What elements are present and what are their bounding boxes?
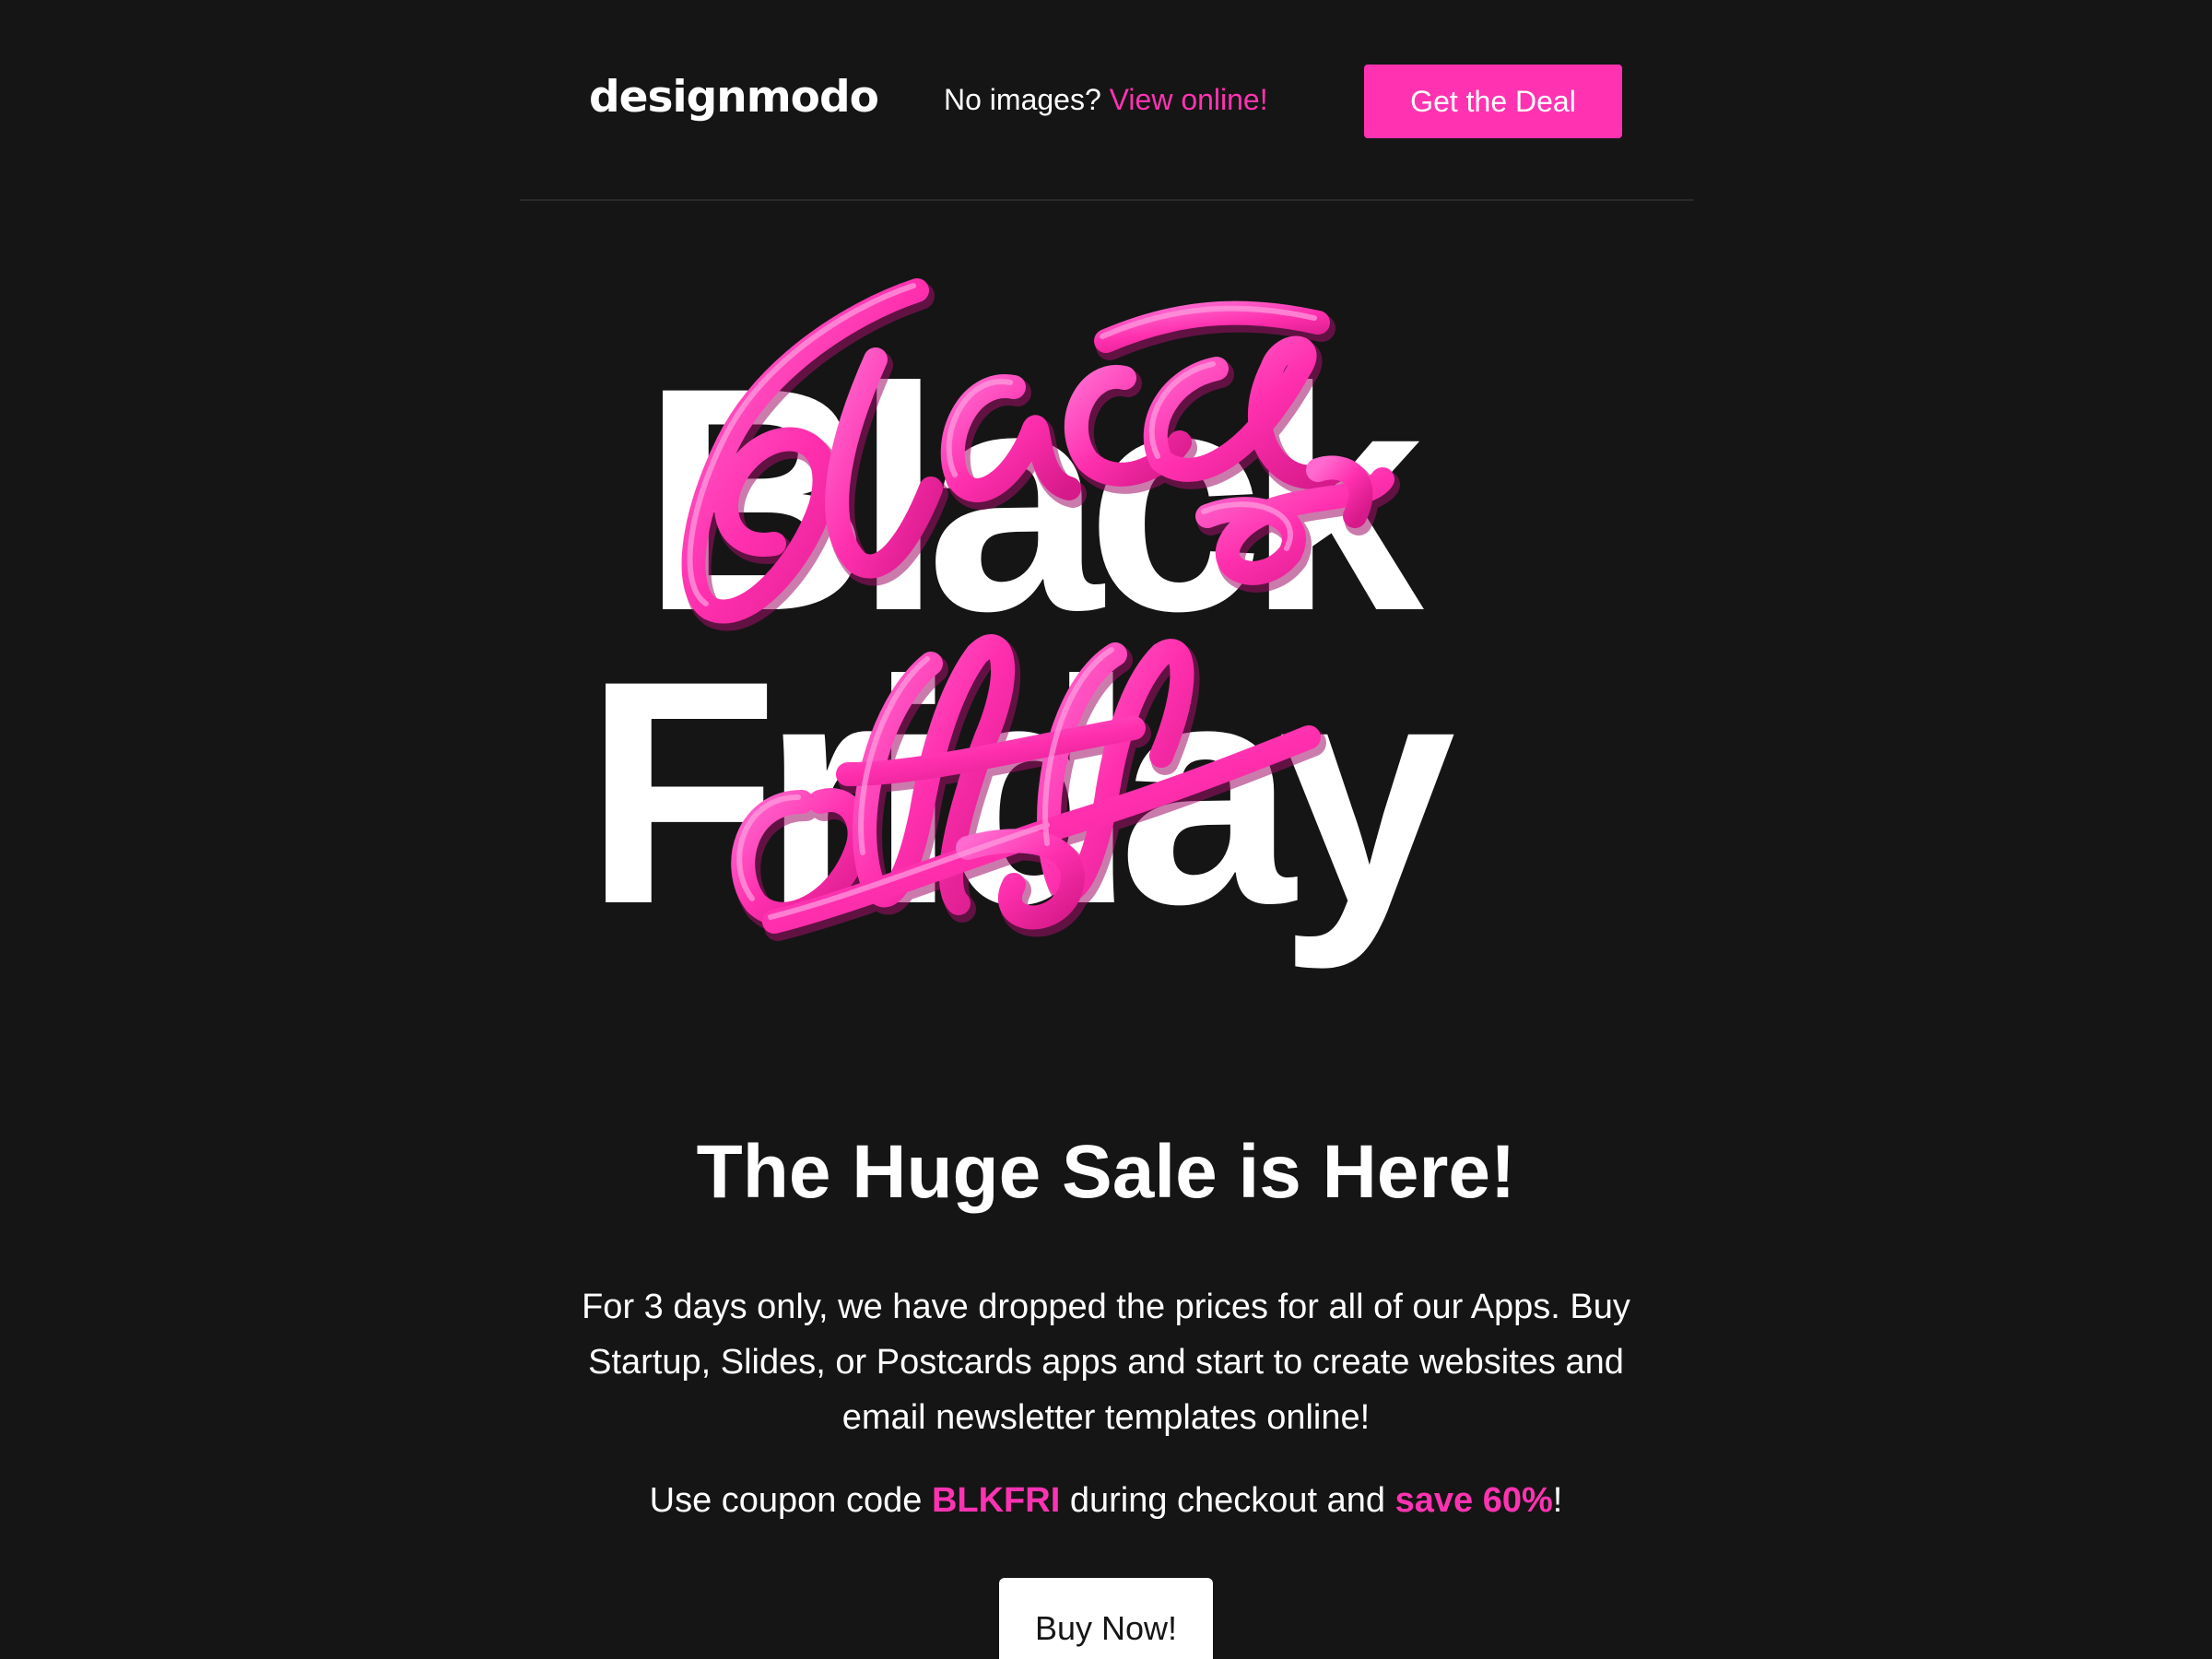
no-images-label: No images? xyxy=(944,83,1101,116)
no-images-notice: No images? View online! xyxy=(944,81,1268,118)
coupon-prefix: Use coupon code xyxy=(649,1481,923,1520)
coupon-saving: save 60% xyxy=(1394,1481,1553,1520)
coupon-line: Use coupon code BLKFRI during checkout a… xyxy=(0,1473,2212,1528)
designmodo-logo[interactable]: designmodo xyxy=(589,70,879,125)
black-friday-hero-image[interactable]: Black Friday xyxy=(571,258,1641,1014)
view-online-link[interactable]: View online! xyxy=(1110,83,1268,116)
pink-script-lettering-icon xyxy=(681,278,1400,941)
coupon-middle: during checkout and xyxy=(1069,1481,1386,1520)
get-the-deal-button[interactable]: Get the Deal xyxy=(1364,65,1622,138)
email-header: designmodo No images? View online! Get t… xyxy=(520,0,1694,201)
coupon-suffix: ! xyxy=(1552,1481,1563,1520)
sale-headline: The Huge Sale is Here! xyxy=(696,1130,1516,1214)
buy-now-button[interactable]: Buy Now! xyxy=(999,1578,1213,1659)
coupon-code: BLKFRI xyxy=(931,1481,1061,1520)
sale-description: For 3 days only, we have dropped the pri… xyxy=(582,1288,1630,1437)
email-page: designmodo No images? View online! Get t… xyxy=(0,0,2212,1659)
